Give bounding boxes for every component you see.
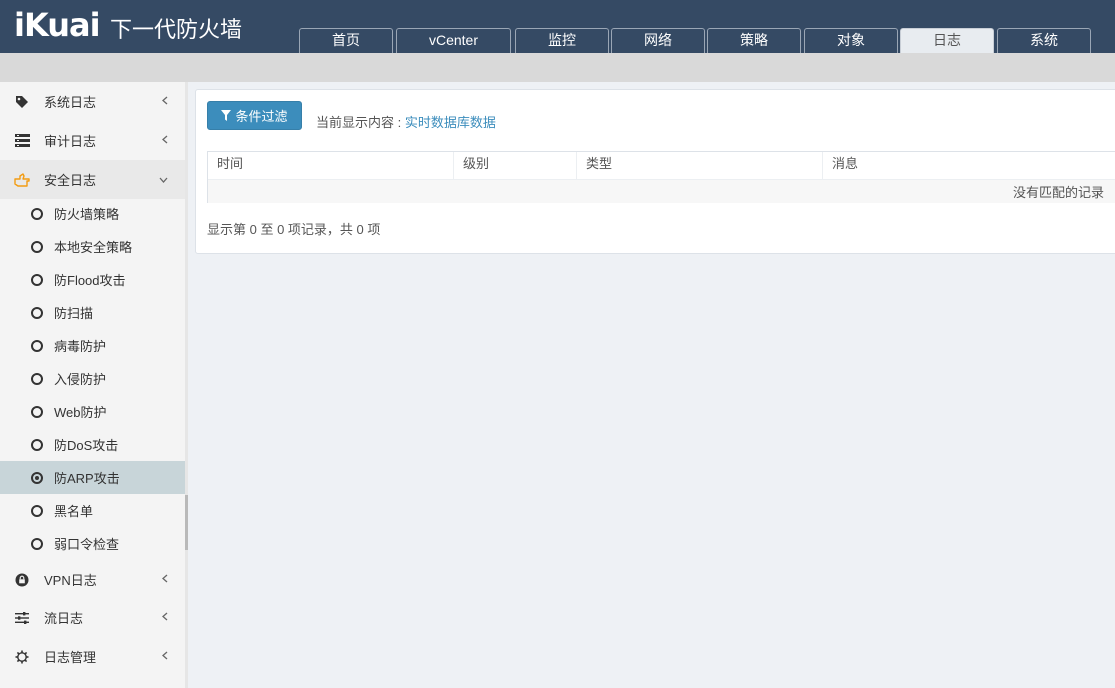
radio-icon [31, 306, 43, 319]
top-header: iKuai 下一代防火墙 首页 vCenter 监控 网络 策略 对象 日志 系… [0, 0, 1115, 53]
column-header-time[interactable]: 时间 [208, 152, 454, 180]
sidebar-item-blacklist[interactable]: 黑名单 [0, 494, 185, 527]
current-source-label: 当前显示内容 : [316, 115, 405, 130]
radio-icon [31, 207, 43, 220]
hand-point-icon [14, 172, 30, 188]
table-row: 没有匹配的记录 [208, 180, 1115, 203]
radio-selected-icon [31, 471, 43, 484]
sidebar-item-local-security-policy[interactable]: 本地安全策略 [0, 230, 185, 263]
tag-icon [14, 94, 30, 110]
sidebar-group-audit-log[interactable]: 审计日志 [0, 121, 185, 160]
filter-button[interactable]: 条件过滤 [207, 101, 302, 130]
radio-icon [31, 273, 43, 286]
tab-vcenter[interactable]: vCenter [396, 28, 511, 53]
tab-system[interactable]: 系统 [997, 28, 1091, 53]
pagination-info: 显示第 0 至 0 项记录，共 0 项 [207, 222, 381, 237]
sidebar-item-antivirus[interactable]: 病毒防护 [0, 329, 185, 362]
lock-circle-icon [14, 572, 30, 588]
sidebar-group-security-log[interactable]: 安全日志 [0, 160, 185, 199]
log-panel: 条件过滤 当前显示内容 : 实时数据库数据 时间 级别 类型 消息 没有匹配的记… [195, 89, 1115, 254]
chevron-left-icon [162, 135, 168, 147]
sidebar-item-anti-flood[interactable]: 防Flood攻击 [0, 263, 185, 296]
sidebar-item-web-protection[interactable]: Web防护 [0, 395, 185, 428]
log-table: 时间 级别 类型 消息 没有匹配的记录 [207, 151, 1115, 203]
column-header-message[interactable]: 消息 [823, 152, 1115, 180]
radio-icon [31, 504, 43, 517]
sidebar-group-vpn-log[interactable]: VPN日志 [0, 560, 185, 599]
radio-icon [31, 438, 43, 451]
current-source-link[interactable]: 实时数据库数据 [405, 115, 496, 130]
sidebar-scrollbar-thumb[interactable] [185, 495, 188, 550]
radio-icon [31, 372, 43, 385]
sidebar-group-label: 审计日志 [44, 134, 97, 149]
chevron-left-icon [162, 574, 168, 586]
table-header: 时间 级别 类型 消息 [208, 152, 1115, 180]
sidebar-group-flow-log[interactable]: 流日志 [0, 598, 185, 637]
radio-icon [31, 405, 43, 418]
tab-log[interactable]: 日志 [900, 28, 994, 53]
sidebar-group-system-log[interactable]: 系统日志 [0, 82, 185, 121]
chevron-left-icon [162, 651, 168, 663]
tab-home[interactable]: 首页 [299, 28, 393, 53]
chevron-left-icon [162, 96, 168, 108]
sliders-icon [14, 610, 30, 626]
column-header-type[interactable]: 类型 [577, 152, 823, 180]
tab-network[interactable]: 网络 [611, 28, 705, 53]
empty-message: 没有匹配的记录 [1012, 185, 1104, 200]
sidebar-item-anti-dos[interactable]: 防DoS攻击 [0, 428, 185, 461]
sidebar-item-firewall-policy[interactable]: 防火墙策略 [0, 197, 185, 230]
chevron-left-icon [162, 612, 168, 624]
sidebar-group-label: VPN日志 [44, 573, 97, 588]
sidebar-item-weak-password-check[interactable]: 弱口令检查 [0, 527, 185, 560]
sidebar-group-label: 流日志 [44, 611, 84, 626]
sidebar-item-intrusion-prevention[interactable]: 入侵防护 [0, 362, 185, 395]
tab-monitor[interactable]: 监控 [515, 28, 609, 53]
tab-policy[interactable]: 策略 [707, 28, 801, 53]
radio-icon [31, 240, 43, 253]
sidebar-group-label: 安全日志 [44, 173, 97, 188]
filter-button-label: 条件过滤 [235, 109, 288, 124]
logo: iKuai [14, 6, 101, 44]
sidebar: 系统日志 审计日志 安全日志 防火墙策略 本地安全策略 防Flood攻击 防扫描… [0, 82, 185, 688]
filter-icon [221, 110, 232, 121]
current-source: 当前显示内容 : 实时数据库数据 [316, 112, 496, 131]
radio-icon [31, 537, 43, 550]
sidebar-item-anti-scan[interactable]: 防扫描 [0, 296, 185, 329]
sub-toolbar [0, 53, 1115, 82]
product-title: 下一代防火墙 [110, 18, 243, 43]
list-icon [14, 133, 30, 149]
gear-icon [14, 649, 30, 665]
sidebar-group-log-management[interactable]: 日志管理 [0, 637, 185, 676]
radio-icon [31, 339, 43, 352]
sidebar-group-label: 日志管理 [44, 650, 97, 665]
column-header-level[interactable]: 级别 [454, 152, 577, 180]
sidebar-scrollbar-track[interactable] [185, 82, 188, 688]
sidebar-item-anti-arp[interactable]: 防ARP攻击 [0, 461, 185, 494]
tab-object[interactable]: 对象 [804, 28, 898, 53]
chevron-down-icon [159, 174, 168, 186]
sidebar-group-label: 系统日志 [44, 95, 97, 110]
